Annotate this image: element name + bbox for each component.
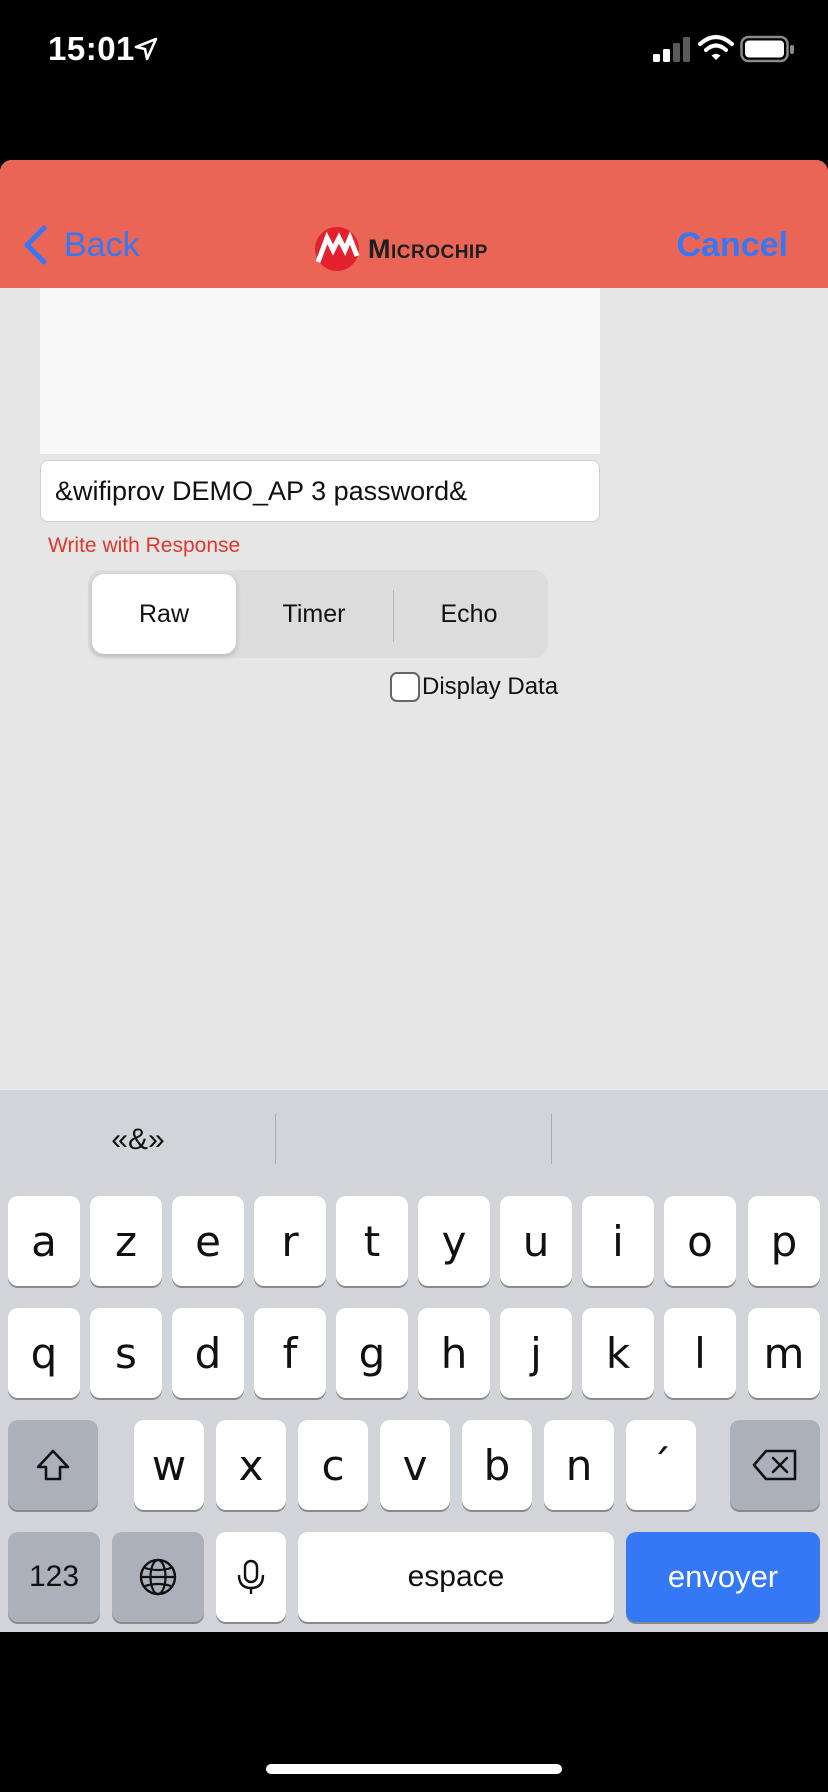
key-y[interactable]: y <box>418 1196 490 1286</box>
cellular-signal-icon <box>653 37 690 62</box>
command-input[interactable]: &wifiprov DEMO_AP 3 password& <box>40 460 600 522</box>
app-screen: Back Microchip Cancel &wifiprov DEMO_AP … <box>0 160 828 1632</box>
key-o[interactable]: o <box>664 1196 736 1286</box>
battery-icon <box>740 35 794 63</box>
key-w[interactable]: w <box>134 1420 204 1510</box>
microphone-icon <box>237 1559 265 1594</box>
status-bar: 15:01 <box>0 0 828 100</box>
key-v[interactable]: v <box>380 1420 450 1510</box>
wifi-icon <box>698 35 734 60</box>
cancel-button[interactable]: Cancel <box>677 222 789 268</box>
back-label: Back <box>64 225 140 264</box>
suggestion-bar: «&» <box>0 1090 828 1188</box>
key-n[interactable]: n <box>544 1420 614 1510</box>
key-z[interactable]: z <box>90 1196 162 1286</box>
output-log-area <box>40 288 600 454</box>
microchip-logo: Microchip <box>312 224 488 274</box>
segment-timer[interactable]: Timer <box>238 574 390 654</box>
chevron-left-icon <box>24 225 47 265</box>
suggestion-1[interactable]: «&» <box>0 1112 276 1168</box>
display-data-label: Display Data <box>422 673 559 700</box>
key-a[interactable]: a <box>8 1196 80 1286</box>
suggestion-2[interactable] <box>276 1112 552 1168</box>
keyboard: «&» a z e r t y u i o p q s d f g h j k … <box>0 1090 828 1632</box>
shift-arrow-icon <box>36 1449 70 1481</box>
key-d[interactable]: d <box>172 1308 244 1398</box>
home-indicator[interactable] <box>266 1764 562 1774</box>
write-mode-label[interactable]: Write with Response <box>48 534 240 558</box>
status-time: 15:01 <box>48 30 135 67</box>
delete-key[interactable] <box>730 1420 820 1510</box>
back-button[interactable]: Back <box>22 222 140 268</box>
dictation-key[interactable] <box>216 1532 286 1622</box>
display-data-checkbox[interactable] <box>390 672 420 702</box>
key-f[interactable]: f <box>254 1308 326 1398</box>
key-k[interactable]: k <box>582 1308 654 1398</box>
key-j[interactable]: j <box>500 1308 572 1398</box>
numbers-key[interactable]: 123 <box>8 1532 100 1622</box>
key-b[interactable]: b <box>462 1420 532 1510</box>
key-q[interactable]: q <box>8 1308 80 1398</box>
key-e[interactable]: e <box>172 1196 244 1286</box>
key-l[interactable]: l <box>664 1308 736 1398</box>
key-p[interactable]: p <box>748 1196 820 1286</box>
mode-segmented-control: Raw Timer Echo <box>88 570 548 658</box>
key-m[interactable]: m <box>748 1308 820 1398</box>
segment-echo[interactable]: Echo <box>394 574 544 654</box>
key-s[interactable]: s <box>90 1308 162 1398</box>
key-t[interactable]: t <box>336 1196 408 1286</box>
globe-key[interactable] <box>112 1532 204 1622</box>
navigation-bar: Back Microchip Cancel <box>0 160 828 288</box>
space-key[interactable]: espace <box>298 1532 614 1622</box>
suggestion-3[interactable] <box>552 1112 828 1168</box>
key-c[interactable]: c <box>298 1420 368 1510</box>
send-key[interactable]: envoyer <box>626 1532 820 1622</box>
globe-icon <box>139 1558 177 1596</box>
microchip-logo-icon <box>315 227 360 271</box>
segment-raw[interactable]: Raw <box>92 574 236 654</box>
key-r[interactable]: r <box>254 1196 326 1286</box>
key-acute-accent[interactable]: ´ <box>626 1420 696 1510</box>
backspace-icon <box>752 1449 797 1481</box>
brand-name: Microchip <box>368 233 488 264</box>
key-h[interactable]: h <box>418 1308 490 1398</box>
location-arrow-icon <box>134 37 158 61</box>
key-i[interactable]: i <box>582 1196 654 1286</box>
key-u[interactable]: u <box>500 1196 572 1286</box>
display-data-option[interactable]: Display Data <box>390 672 558 702</box>
key-x[interactable]: x <box>216 1420 286 1510</box>
shift-key[interactable] <box>8 1420 98 1510</box>
key-g[interactable]: g <box>336 1308 408 1398</box>
